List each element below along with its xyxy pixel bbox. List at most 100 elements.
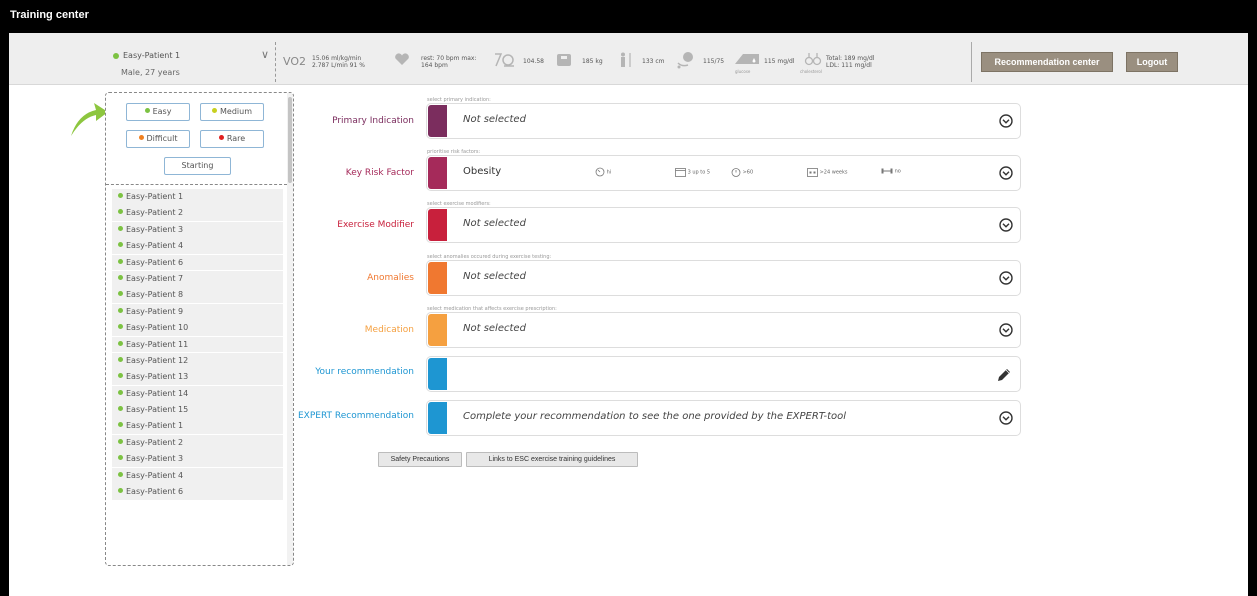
- height-person-icon: [621, 52, 631, 67]
- patient-list-item-label: Easy-Patient 10: [126, 323, 189, 333]
- patient-list-item-label: Easy-Patient 9: [126, 306, 184, 316]
- green-dot-icon: [118, 340, 123, 346]
- yellow-dot-icon: [212, 108, 217, 113]
- green-dot-icon: [118, 373, 123, 379]
- cholesterol-values: Total: 189 mg/dl LDL: 111 mg/dl: [826, 55, 875, 69]
- green-dot-icon: [118, 438, 123, 444]
- app-title-bar: Training center: [0, 0, 1257, 33]
- patient-list-item-label: Easy-Patient 2: [126, 437, 184, 447]
- green-dot-icon: [118, 307, 123, 313]
- patient-list-item[interactable]: Easy-Patient 2: [112, 205, 283, 222]
- glucose-caption: glucose: [735, 69, 751, 74]
- status-dot-icon: [113, 52, 119, 59]
- pencil-icon[interactable]: [996, 367, 1012, 383]
- green-curved-arrow-icon: [71, 103, 108, 136]
- exercise-modifier-value: Not selected: [463, 218, 526, 229]
- patient-list-item-label: Easy-Patient 4: [126, 241, 184, 251]
- esc-guidelines-button[interactable]: Links to ESC exercise training guideline…: [466, 452, 638, 467]
- green-dot-icon: [144, 108, 150, 113]
- chevron-down-icon[interactable]: ∨: [261, 48, 269, 61]
- weight-scale-icon: [557, 54, 571, 66]
- medication-label: Medication: [364, 325, 414, 335]
- chevron-circle-icon[interactable]: [999, 411, 1013, 425]
- risk-factor-value: Obesity: [463, 166, 502, 177]
- orange-dot-icon: [138, 135, 144, 140]
- green-dot-icon: [118, 455, 123, 461]
- filter-rare-button[interactable]: Rare: [200, 130, 264, 148]
- glucose-meter-icon: [735, 54, 759, 64]
- primary-indication-color-bar: [428, 105, 447, 137]
- anomalies-select[interactable]: Not selected: [426, 260, 1021, 296]
- cholesterol-caption: cholesterol: [800, 69, 822, 74]
- patient-list-item-label: Easy-Patient 13: [126, 372, 189, 382]
- green-dot-icon: [118, 209, 123, 215]
- green-dot-icon: [118, 389, 123, 395]
- green-dot-icon: [118, 193, 123, 198]
- patient-list-item-label: Easy-Patient 14: [126, 388, 189, 398]
- weight-value: 185 kg: [582, 58, 603, 65]
- risk-factor-label: Key Risk Factor: [345, 168, 414, 178]
- patient-list-item[interactable]: Easy-Patient 8: [112, 287, 283, 304]
- patient-list-item[interactable]: Easy-Patient 4: [112, 238, 283, 255]
- patient-list-item[interactable]: Easy-Patient 2: [112, 434, 283, 451]
- green-dot-icon: [118, 488, 123, 494]
- patient-list-item[interactable]: Easy-Patient 6: [112, 484, 283, 500]
- medication-value: Not selected: [463, 323, 526, 334]
- patient-list-item-label: Easy-Patient 1: [126, 421, 184, 431]
- filter-difficult-button[interactable]: Difficult: [126, 130, 190, 148]
- chevron-circle-icon[interactable]: [999, 218, 1013, 232]
- frame-border-right: [1248, 33, 1257, 596]
- frame-border-left: [0, 33, 9, 596]
- anomalies-value: Not selected: [463, 271, 526, 282]
- gauge-icon: [595, 167, 605, 177]
- medication-select[interactable]: Not selected: [426, 312, 1021, 348]
- chevron-circle-icon[interactable]: [999, 114, 1013, 128]
- your-recommendation-label: Your recommendation: [315, 367, 414, 377]
- green-dot-icon: [118, 225, 123, 231]
- green-dot-icon: [118, 471, 123, 477]
- exercise-modifier-label: Exercise Modifier: [337, 220, 414, 230]
- frequency-indicator: 3 up to 5: [675, 167, 710, 177]
- chevron-circle-icon[interactable]: [999, 323, 1013, 337]
- stopwatch-icon: [731, 168, 741, 177]
- patient-list-item[interactable]: Easy-Patient 1: [112, 189, 283, 205]
- expert-recommendation-field[interactable]: Complete your recommendation to see the …: [426, 400, 1021, 436]
- chevron-circle-icon[interactable]: [999, 271, 1013, 285]
- patient-list-item[interactable]: Easy-Patient 3: [112, 451, 283, 468]
- intensity-indicator: hi: [595, 167, 611, 177]
- logout-button[interactable]: Logout: [1126, 52, 1178, 72]
- calendar-icon: [807, 168, 818, 177]
- program-length-indicator: >24 weeks: [807, 167, 847, 177]
- your-recommendation-field[interactable]: [426, 356, 1021, 392]
- green-dot-icon: [118, 291, 123, 297]
- filter-easy-button[interactable]: Easy: [126, 103, 190, 121]
- green-dot-icon: [118, 274, 123, 280]
- chevron-circle-icon[interactable]: [999, 166, 1013, 180]
- bmi-value: 104.58: [523, 58, 544, 65]
- blood-pressure-value: 115/75: [703, 58, 725, 65]
- exercise-modifier-select[interactable]: Not selected: [426, 207, 1021, 243]
- patient-list-item-label: Easy-Patient 1: [126, 192, 184, 201]
- risk-factor-select[interactable]: Obesity hi 3 up to 5 >60 >24 weeks no: [426, 155, 1021, 191]
- green-dot-icon: [118, 324, 123, 330]
- patient-list-item[interactable]: Easy-Patient 4: [112, 467, 283, 484]
- patient-list-item[interactable]: Easy-Patient 6: [112, 254, 283, 271]
- risk-factor-color-bar: [428, 157, 447, 189]
- blood-pressure-icon: [677, 52, 693, 69]
- primary-indication-select[interactable]: Not selected: [426, 103, 1021, 139]
- resistance-indicator: no: [881, 167, 901, 175]
- patient-list-item[interactable]: Easy-Patient 11: [112, 336, 283, 353]
- safety-precautions-button[interactable]: Safety Precautions: [378, 452, 462, 467]
- recommendation-center-button[interactable]: Recommendation center: [981, 52, 1113, 72]
- patient-list-item[interactable]: Easy-Patient 14: [112, 385, 283, 402]
- calendar-week-icon: [675, 168, 686, 177]
- exercise-modifier-color-bar: [428, 209, 447, 241]
- cholesterol-icon: [804, 53, 822, 66]
- medication-color-bar: [428, 314, 447, 346]
- patient-selector[interactable]: Easy-Patient 1: [113, 51, 180, 60]
- patient-list-item-label: Easy-Patient 8: [126, 290, 184, 300]
- patient-list-item[interactable]: Easy-Patient 9: [112, 303, 283, 320]
- patient-list-item-label: Easy-Patient 12: [126, 355, 189, 365]
- heart-rate-values: rest: 70 bpm max: 164 bpm: [421, 55, 477, 69]
- bmi-scale-icon: [495, 53, 514, 67]
